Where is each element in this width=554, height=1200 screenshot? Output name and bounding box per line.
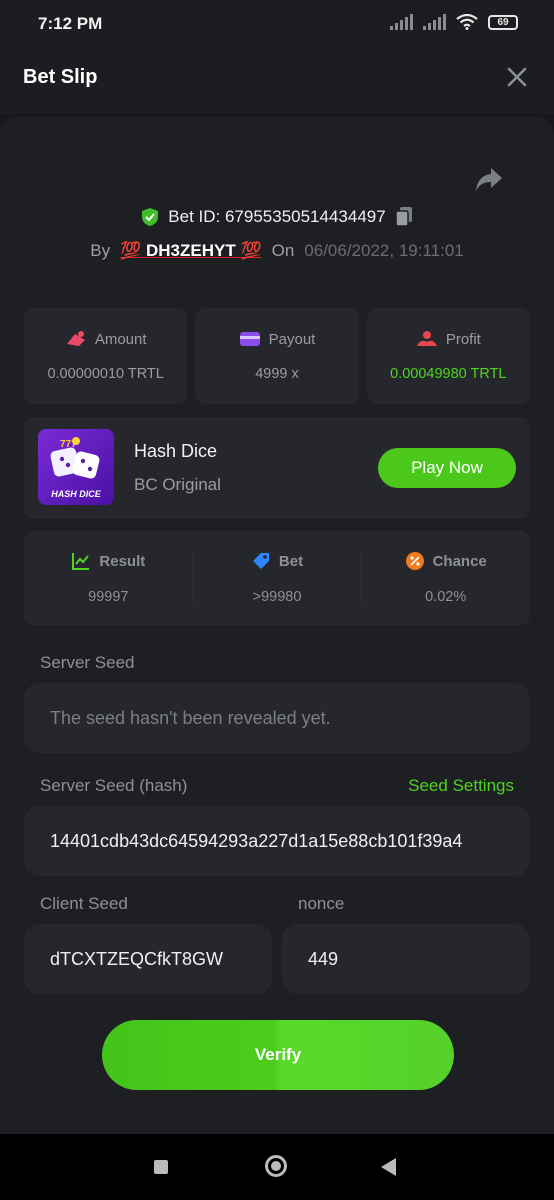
result-col: Result 99997 — [24, 531, 193, 625]
server-seed-field: The seed hasn't been revealed yet. — [24, 683, 530, 753]
chance-value: 0.02% — [425, 589, 467, 605]
server-seed-hash-label: Server Seed (hash) — [40, 776, 188, 795]
recents-icon[interactable] — [154, 1160, 168, 1174]
status-time: 7:12 PM — [38, 14, 103, 33]
nonce-label: nonce — [298, 894, 345, 913]
result-panel: Result 99997 Bet >99980 Chance 0.02% — [24, 531, 530, 625]
game-row: 777 HASH DICE Hash Dice BC Original Play… — [24, 417, 530, 519]
stat-payout: Payout 4999 x — [195, 308, 359, 404]
status-bar: 7:12 PM 69 — [0, 0, 554, 44]
share-icon[interactable] — [474, 166, 504, 194]
signal-icon-2 — [423, 14, 446, 30]
by-label: By — [90, 241, 111, 260]
percent-icon — [405, 552, 424, 570]
chance-col: Chance 0.02% — [361, 531, 530, 625]
bet-date: 06/06/2022, 19:11:01 — [304, 241, 464, 260]
bet-byline: By 💯 DH3ZEHYT 💯 On 06/06/2022, 19:11:01 — [0, 241, 554, 261]
tag-icon — [252, 553, 269, 569]
on-label: On — [271, 241, 295, 260]
client-seed-field[interactable]: dTCXTZEQCfkT8GW — [24, 924, 272, 994]
stat-label: Profit — [445, 330, 481, 348]
bet-id: Bet ID: 67955350514434497 — [168, 207, 386, 226]
dice-icon: 777 — [50, 437, 100, 479]
stat-value: 4999 x — [255, 366, 299, 382]
stat-profit: Profit 0.00049980 TRTL — [366, 308, 530, 404]
game-thumb-label: HASH DICE — [51, 489, 101, 499]
home-icon[interactable] — [265, 1155, 287, 1177]
bet-value: >99980 — [252, 589, 302, 605]
game-name: Hash Dice — [134, 441, 218, 461]
system-nav-bar — [0, 1134, 554, 1200]
amount-icon — [66, 331, 85, 346]
close-icon[interactable] — [506, 66, 528, 88]
back-icon[interactable] — [381, 1158, 396, 1176]
chance-label: Chance — [432, 552, 487, 570]
result-label: Result — [99, 552, 146, 570]
battery-icon: 69 — [488, 14, 518, 30]
header: Bet Slip — [0, 44, 554, 114]
game-provider: BC Original — [134, 475, 221, 494]
copy-icon[interactable] — [394, 206, 414, 228]
page-title: Bet Slip — [23, 66, 98, 88]
chart-check-icon — [72, 553, 90, 570]
stat-label: Payout — [268, 330, 316, 348]
bet-col: Bet >99980 — [192, 531, 362, 625]
client-seed-label: Client Seed — [40, 894, 128, 913]
server-seed-hash-field[interactable]: 14401cdb43dc64594293a227d1a15e88cb101f39… — [24, 806, 530, 876]
status-icons: 69 — [390, 14, 518, 30]
server-seed-label: Server Seed — [40, 653, 135, 672]
seed-settings-link[interactable]: Seed Settings — [408, 776, 514, 796]
result-value: 99997 — [88, 589, 129, 605]
bet-label: Bet — [278, 552, 304, 570]
bet-stats: Amount 0.00000010 TRTL Payout 4999 x Pro… — [24, 308, 530, 404]
payout-icon — [239, 332, 260, 346]
stat-value: 0.00000010 TRTL — [47, 366, 164, 382]
bet-id-row: Bet ID: 67955350514434497 — [0, 206, 554, 228]
nonce-field[interactable]: 449 — [282, 924, 530, 994]
stat-value: 0.00049980 TRTL — [390, 366, 507, 382]
stat-label: Amount — [94, 330, 147, 348]
wifi-icon — [456, 14, 478, 30]
profit-icon — [416, 331, 437, 346]
play-now-button[interactable]: Play Now — [378, 448, 516, 488]
verify-button[interactable]: Verify — [102, 1020, 454, 1090]
user-name[interactable]: 💯 DH3ZEHYT 💯 — [120, 241, 262, 261]
stat-amount: Amount 0.00000010 TRTL — [24, 308, 188, 404]
svg-text:777: 777 — [60, 439, 77, 450]
verified-shield-icon — [142, 208, 159, 226]
game-thumbnail[interactable]: 777 HASH DICE — [38, 429, 114, 505]
signal-icon — [390, 14, 413, 30]
